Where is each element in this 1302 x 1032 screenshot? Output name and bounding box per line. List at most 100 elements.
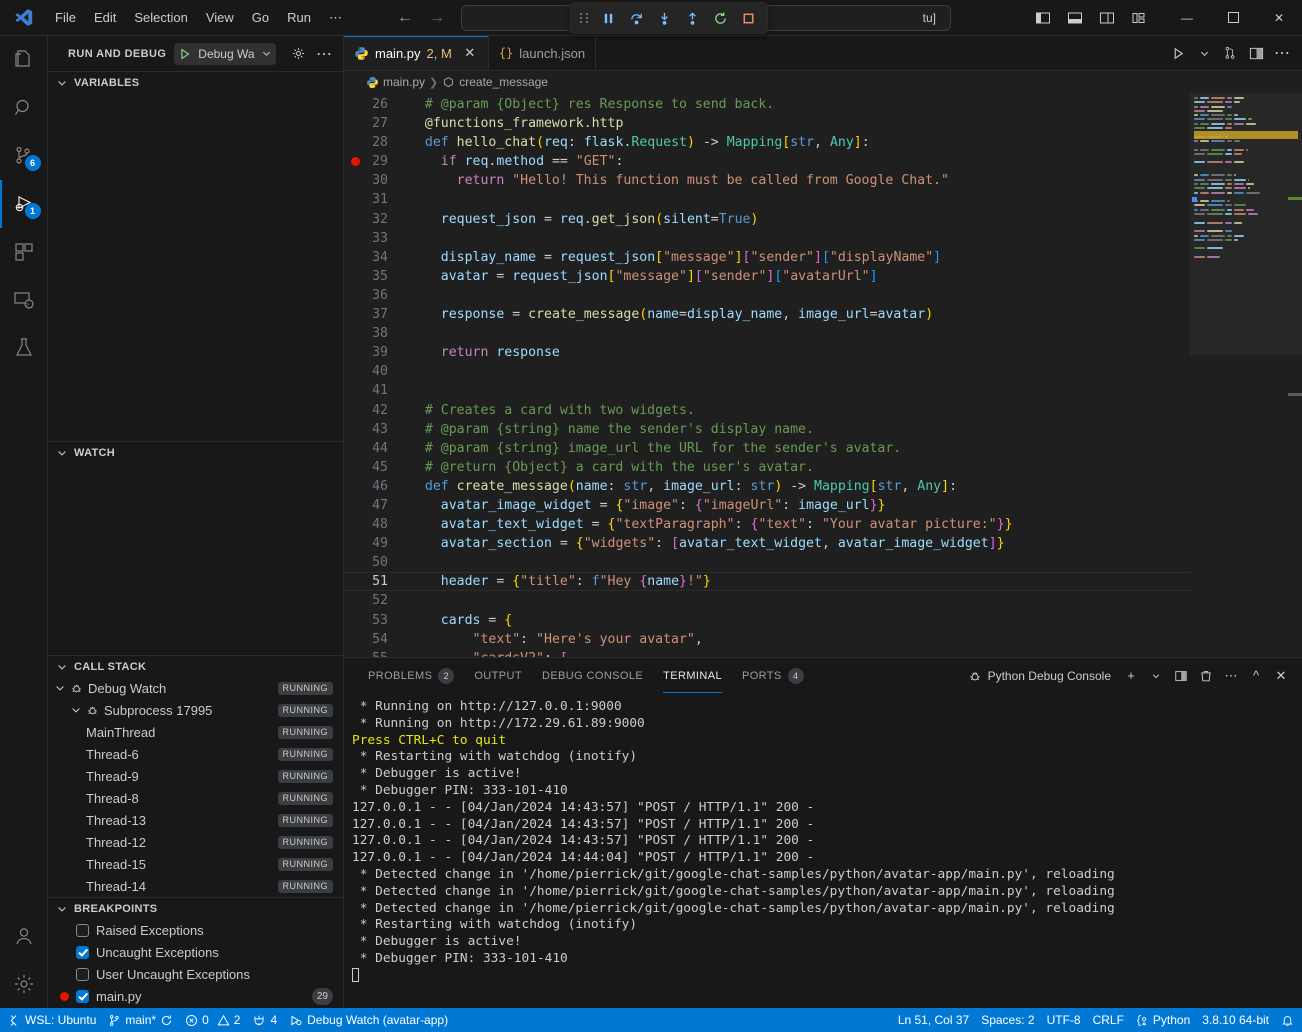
breakpoint-gutter[interactable] — [344, 210, 366, 229]
breakpoint-row[interactable]: User Uncaught Exceptions — [48, 963, 343, 985]
menu-run[interactable]: Run — [278, 6, 320, 29]
callstack-row[interactable]: Subprocess 17995RUNNING — [48, 699, 343, 721]
status-debug-session[interactable]: Debug Watch (avatar-app) — [283, 1008, 454, 1032]
code-line[interactable]: 26 # @param {Object} res Response to sen… — [344, 95, 1190, 114]
code-scroll-area[interactable]: 26 # @param {Object} res Response to sen… — [344, 93, 1190, 657]
code-line[interactable]: 48 avatar_text_widget = {"textParagraph"… — [344, 515, 1190, 534]
status-encoding[interactable]: UTF-8 — [1041, 1008, 1087, 1032]
status-eol[interactable]: CRLF — [1087, 1008, 1130, 1032]
close-window-button[interactable]: ✕ — [1256, 0, 1302, 35]
debug-stop-button[interactable] — [735, 5, 761, 31]
activitybar-item-extensions[interactable] — [0, 228, 48, 276]
open-launch-settings-icon[interactable] — [287, 43, 309, 65]
menu-edit[interactable]: Edit — [85, 6, 125, 29]
menu-go[interactable]: Go — [243, 6, 278, 29]
terminal-output[interactable]: * Running on http://127.0.0.1:9000 * Run… — [344, 693, 1302, 1008]
code-line[interactable]: 30 return "Hello! This function must be … — [344, 171, 1190, 190]
code-line[interactable]: 38 — [344, 324, 1190, 343]
code-line[interactable]: 43 # @param {string} name the sender's d… — [344, 420, 1190, 439]
breakpoint-gutter[interactable] — [344, 381, 366, 400]
debug-restart-button[interactable] — [707, 5, 733, 31]
code-line[interactable]: 40 — [344, 362, 1190, 381]
kill-terminal-icon[interactable] — [1195, 665, 1217, 687]
breakpoint-checkbox[interactable] — [76, 924, 89, 937]
close-panel-icon[interactable]: ✕ — [1270, 665, 1292, 687]
breakpoint-gutter[interactable] — [344, 171, 366, 190]
debug-step-over-button[interactable] — [623, 5, 649, 31]
customize-layout-icon[interactable] — [1124, 3, 1154, 33]
activitybar-item-remote-explorer[interactable]: >_ — [0, 276, 48, 324]
breakpoint-gutter[interactable] — [344, 439, 366, 458]
breakpoint-checkbox[interactable] — [76, 968, 89, 981]
breakpoint-gutter[interactable] — [344, 133, 366, 152]
status-language-mode[interactable]: Python — [1130, 1008, 1196, 1032]
code-line[interactable]: 49 avatar_section = {"widgets": [avatar_… — [344, 534, 1190, 553]
code-line[interactable]: 29 if req.method == "GET": — [344, 152, 1190, 171]
minimize-button[interactable]: — — [1164, 0, 1210, 35]
breakpoint-gutter[interactable] — [344, 114, 366, 133]
chevron-down-icon[interactable] — [70, 704, 86, 716]
activitybar-item-manage[interactable] — [0, 960, 48, 1008]
breakpoint-gutter[interactable] — [344, 286, 366, 305]
code-line[interactable]: 52 — [344, 591, 1190, 610]
section-header-variables[interactable]: VARIABLES — [48, 71, 343, 93]
debug-toolbar-grip[interactable] — [577, 9, 591, 27]
callstack-row[interactable]: Thread-14RUNNING — [48, 875, 343, 897]
status-problems[interactable]: 0 2 — [179, 1008, 246, 1032]
callstack-row[interactable]: Thread-12RUNNING — [48, 831, 343, 853]
status-remote[interactable]: WSL: Ubuntu — [2, 1008, 102, 1032]
section-header-watch[interactable]: WATCH — [48, 441, 343, 463]
code-line[interactable]: 51 header = {"title": f"Hey {name}!"} — [344, 572, 1190, 591]
code-line[interactable]: 34 display_name = request_json["message"… — [344, 248, 1190, 267]
code-line[interactable]: 35 avatar = request_json["message"]["sen… — [344, 267, 1190, 286]
status-indentation[interactable]: Spaces: 2 — [975, 1008, 1040, 1032]
breakpoint-row[interactable]: main.py29 — [48, 985, 343, 1007]
maximize-button[interactable] — [1210, 0, 1256, 35]
breakpoint-gutter[interactable] — [344, 248, 366, 267]
code-line[interactable]: 47 avatar_image_widget = {"image": {"ima… — [344, 496, 1190, 515]
activitybar-item-source-control[interactable]: 6 — [0, 132, 48, 180]
code-line[interactable]: 55 "cardsV2": [ — [344, 649, 1190, 657]
activitybar-item-testing[interactable] — [0, 324, 48, 372]
new-terminal-icon[interactable]: + — [1120, 665, 1142, 687]
go-back-icon[interactable]: ← — [397, 10, 413, 26]
code-line[interactable]: 39 return response — [344, 343, 1190, 362]
launch-config-selector[interactable]: Debug Wa — [174, 43, 275, 65]
panel-tab-ports[interactable]: PORTS4 — [732, 658, 814, 693]
status-notifications[interactable] — [1275, 1008, 1300, 1032]
toggle-primary-sidebar-icon[interactable] — [1028, 3, 1058, 33]
code-line[interactable]: 41 — [344, 381, 1190, 400]
chevron-down-icon[interactable] — [54, 682, 70, 694]
code-line[interactable]: 32 request_json = req.get_json(silent=Tr… — [344, 210, 1190, 229]
debug-step-out-button[interactable] — [679, 5, 705, 31]
callstack-row[interactable]: Thread-9RUNNING — [48, 765, 343, 787]
run-dropdown-icon[interactable] — [1192, 41, 1216, 65]
breakpoint-row[interactable]: Raised Exceptions — [48, 919, 343, 941]
editor-vertical-scrollbar[interactable] — [1288, 93, 1302, 657]
callstack-row[interactable]: Thread-8RUNNING — [48, 787, 343, 809]
editor-tab-launch-json[interactable]: {} launch.json — [489, 36, 596, 70]
code-line[interactable]: 50 — [344, 553, 1190, 572]
toggle-panel-icon[interactable] — [1060, 3, 1090, 33]
sidebar-more-actions-icon[interactable]: ⋯ — [313, 43, 335, 65]
breakpoint-gutter[interactable] — [344, 324, 366, 343]
breakpoint-gutter[interactable] — [344, 572, 366, 591]
breakpoint-gutter[interactable] — [344, 630, 366, 649]
code-editor[interactable]: 26 # @param {Object} res Response to sen… — [344, 93, 1302, 657]
breadcrumb-file[interactable]: main.py — [383, 75, 425, 89]
source-control-diff-icon[interactable] — [1218, 41, 1242, 65]
code-line[interactable]: 44 # @param {string} image_url the URL f… — [344, 439, 1190, 458]
activitybar-item-run-and-debug[interactable]: 1 — [0, 180, 48, 228]
callstack-row[interactable]: Thread-15RUNNING — [48, 853, 343, 875]
editor-more-actions-icon[interactable]: ⋯ — [1270, 41, 1294, 65]
breakpoint-gutter[interactable] — [344, 152, 366, 171]
code-line[interactable]: 31 — [344, 190, 1190, 209]
go-forward-icon[interactable]: → — [429, 10, 445, 26]
tab-close-icon[interactable]: ✕ — [462, 45, 478, 61]
panel-tab-problems[interactable]: PROBLEMS2 — [358, 658, 464, 693]
callstack-row[interactable]: MainThreadRUNNING — [48, 721, 343, 743]
breakpoint-checkbox[interactable] — [76, 990, 89, 1003]
status-branch[interactable]: main* — [102, 1008, 179, 1032]
panel-more-actions-icon[interactable]: ⋯ — [1220, 665, 1242, 687]
maximize-panel-icon[interactable]: ^ — [1245, 665, 1267, 687]
